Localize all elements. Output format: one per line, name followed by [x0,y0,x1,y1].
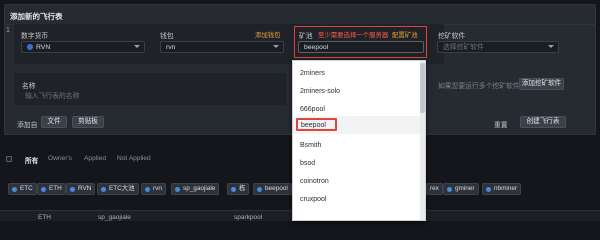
pool-warning: 至少需要选择一个服务器 [318,32,389,39]
reset-button[interactable]: 重置 [494,119,508,129]
multi-miner-hint: 如果您要运行多个挖矿软件 [438,83,520,90]
chip-rex[interactable]: rex [426,183,443,195]
miner-icon [447,187,452,192]
chip-gminer[interactable]: gminer [443,183,479,195]
wallet-icon [175,187,180,192]
wallet-label: 钱包 [160,33,174,40]
pool-label: 矿池 [299,33,313,40]
rvn-coin-icon [27,44,33,50]
rvn-coin-icon [70,187,75,192]
chip-beepool[interactable]: beepool [253,183,292,195]
dropdown-scrollbar[interactable] [420,61,425,220]
chip-rvn[interactable]: RVN [66,183,96,195]
pool-option-2miners[interactable]: 2miners [293,65,425,83]
wallet-icon [231,187,236,192]
dropdown-scrollbar-thumb[interactable] [420,63,425,113]
chip-etc[interactable]: ETC [8,183,37,195]
chip-eth[interactable]: ETH [37,183,66,195]
row-wallet: sp_gaojiale [98,214,131,221]
miner-label: 挖矿软件 [438,33,466,40]
configure-pool-link[interactable]: 配置矿池 [392,30,418,39]
add-from-label: 添加自 [17,122,38,129]
row-pool: sparkpool [234,214,263,221]
pool-dropdown-list[interactable]: 2miners 2miners-solo 666pool beepool Bsm… [292,60,426,221]
chevron-down-icon [134,45,140,48]
etc-coin-icon [12,187,17,192]
clipboard-button[interactable]: 剪贴板 [72,116,104,128]
add-miner-button[interactable]: 添加挖矿软件 [519,78,564,90]
pool-option-coinotron[interactable]: coinotron [293,173,425,191]
filter-applied[interactable]: Applied [84,155,106,162]
panel-header: 添加新的飞行表 [5,5,595,25]
miner-select[interactable]: 选择挖矿软件 [437,41,559,53]
coin-select[interactable]: RVN [21,41,145,53]
chevron-down-icon [548,45,554,48]
create-flight-sheet-button[interactable]: 创建飞行表 [520,116,566,128]
filter-owners[interactable]: Owner's [48,155,72,162]
chip-sp-gaojiale[interactable]: sp_gaojiale [171,183,220,195]
pool-icon [257,187,262,192]
row-index: 1 [6,27,10,34]
chevron-down-icon [273,45,279,48]
panel-title: 添加新的飞行表 [10,12,63,21]
wallet-select[interactable]: rvn [160,41,284,53]
name-label: 名称 [22,83,36,90]
pool-option-bsod[interactable]: bsod [293,155,425,173]
wallet-icon [145,187,150,192]
chip-dong[interactable]: 栋 [227,183,250,195]
chip-rvn-wallet[interactable]: rvn [141,183,166,195]
coin-label: 数字货币 [21,33,49,40]
etc-coin-icon [101,187,106,192]
name-input[interactable]: 输入飞行表的名称 [20,91,282,103]
wallet-value: rvn [166,44,176,51]
filter-all[interactable]: 所有 [25,155,38,165]
chip-nbminer[interactable]: nbminer [482,183,522,195]
name-placeholder: 输入飞行表的名称 [25,93,80,100]
eth-coin-icon [41,187,46,192]
file-button[interactable]: 文件 [41,116,67,128]
miner-placeholder: 选择挖矿软件 [443,44,484,51]
filter-not-applied[interactable]: Not Applied [117,155,151,162]
chip-etc-big-pool[interactable]: ETC大池 [97,183,139,195]
miner-icon [486,187,491,192]
row-coin: ETH [38,214,51,221]
coin-value: RVN [36,44,51,51]
pool-option-2miners-solo[interactable]: 2miners-solo [293,83,425,101]
pool-option-cruxpool[interactable]: cruxpool [293,191,425,209]
pool-value: beepool [304,44,329,51]
add-wallet-link[interactable]: 添加钱包 [255,30,281,39]
pool-option-beepool[interactable]: beepool [296,118,337,131]
pool-option-bsmith[interactable]: Bsmith [293,137,425,155]
pool-select[interactable]: beepool [298,41,424,53]
select-all-checkbox[interactable] [6,156,12,162]
